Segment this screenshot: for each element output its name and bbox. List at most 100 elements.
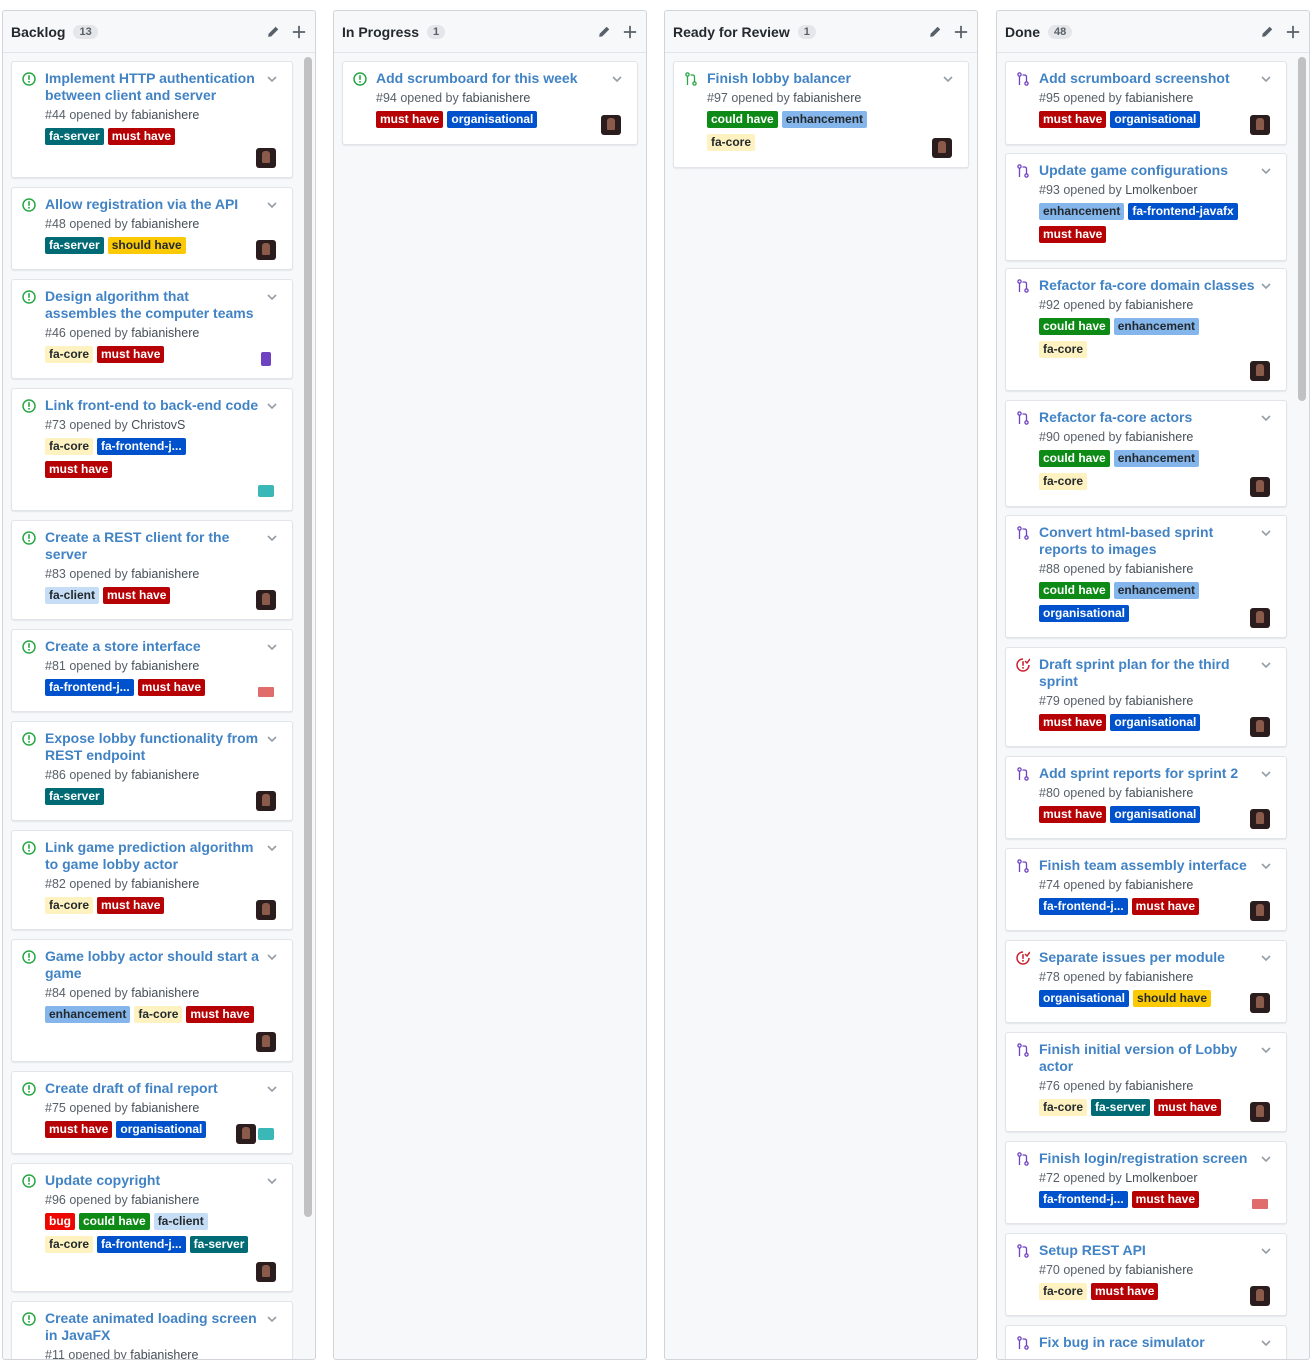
avatar[interactable]: [1250, 361, 1270, 381]
avatar[interactable]: [256, 900, 276, 920]
label-must-have[interactable]: must have: [137, 679, 206, 696]
issue-card[interactable]: Add scrumboard screenshot #95 opened by …: [1005, 61, 1287, 145]
plus-icon[interactable]: [622, 24, 638, 40]
card-title-link[interactable]: Finish login/registration screen: [1039, 1150, 1258, 1167]
label-must-have[interactable]: must have: [1131, 898, 1200, 915]
avatar[interactable]: [256, 240, 276, 260]
issue-card[interactable]: Add scrumboard for this week #94 opened …: [342, 61, 638, 145]
chevron-down-icon[interactable]: [1260, 658, 1272, 670]
avatar[interactable]: [1250, 115, 1270, 135]
label-could-have[interactable]: could have: [707, 111, 778, 128]
label-organisational[interactable]: organisational: [447, 111, 538, 128]
issue-card[interactable]: Separate issues per module #78 opened by…: [1005, 940, 1287, 1023]
author-link[interactable]: fabianishere: [1125, 970, 1193, 984]
label-organisational[interactable]: organisational: [116, 1121, 207, 1138]
label-fa-core[interactable]: fa-core: [45, 438, 94, 455]
chevron-down-icon[interactable]: [1260, 411, 1272, 423]
author-link[interactable]: fabianishere: [1125, 878, 1193, 892]
label-must-have[interactable]: must have: [107, 128, 176, 145]
label-fa-core[interactable]: fa-core: [1039, 1099, 1088, 1116]
issue-card[interactable]: Convert html-based sprint reports to ima…: [1005, 515, 1287, 638]
label-enhancement[interactable]: enhancement: [1113, 450, 1200, 467]
chevron-down-icon[interactable]: [266, 1312, 278, 1324]
label-must-have[interactable]: must have: [103, 587, 171, 604]
avatar[interactable]: [256, 682, 276, 702]
chevron-down-icon[interactable]: [266, 1174, 278, 1186]
chevron-down-icon[interactable]: [1260, 1336, 1272, 1348]
card-title-link[interactable]: Update game configurations: [1039, 162, 1258, 179]
label-fa-frontend-j[interactable]: fa-frontend-j...: [1039, 898, 1128, 915]
label-must-have[interactable]: must have: [45, 461, 113, 478]
issue-card[interactable]: Setup REST API #70 opened by fabianisher…: [1005, 1233, 1287, 1316]
label-fa-core[interactable]: fa-core: [45, 346, 94, 363]
chevron-down-icon[interactable]: [266, 198, 278, 210]
card-title-link[interactable]: Convert html-based sprint reports to ima…: [1039, 524, 1258, 558]
label-fa-core[interactable]: fa-core: [45, 1236, 94, 1253]
label-should-have[interactable]: should have: [1133, 990, 1212, 1007]
avatar[interactable]: [1250, 901, 1270, 921]
pencil-icon[interactable]: [1259, 24, 1275, 40]
issue-card[interactable]: Finish lobby balancer #97 opened by fabi…: [673, 61, 969, 168]
card-title-link[interactable]: Separate issues per module: [1039, 949, 1258, 966]
avatar[interactable]: [256, 148, 276, 168]
issue-card[interactable]: Design algorithm that assembles the comp…: [11, 279, 293, 379]
issue-card[interactable]: Link game prediction algorithm to game l…: [11, 830, 293, 930]
card-title-link[interactable]: Fix bug in race simulator: [1039, 1334, 1258, 1351]
label-must-have[interactable]: must have: [376, 111, 444, 128]
issue-card[interactable]: Implement HTTP authentication between cl…: [11, 61, 293, 178]
label-organisational[interactable]: organisational: [1039, 605, 1130, 622]
label-must-have[interactable]: must have: [1039, 806, 1107, 823]
avatar[interactable]: [1250, 1286, 1270, 1306]
column-scrollbar[interactable]: [304, 57, 312, 1217]
label-fa-client[interactable]: fa-client: [153, 1213, 208, 1230]
avatar[interactable]: [1250, 1194, 1270, 1214]
issue-card[interactable]: Fix bug in race simulator: [1005, 1325, 1287, 1359]
author-link[interactable]: fabianishere: [1125, 1263, 1193, 1277]
author-link[interactable]: Lmolkenboer: [1125, 183, 1197, 197]
label-fa-core[interactable]: fa-core: [1039, 341, 1088, 358]
author-link[interactable]: fabianishere: [131, 567, 199, 581]
label-could-have[interactable]: could have: [1039, 318, 1110, 335]
card-title-link[interactable]: Finish team assembly interface: [1039, 857, 1258, 874]
avatar[interactable]: [1250, 477, 1270, 497]
chevron-down-icon[interactable]: [266, 290, 278, 302]
card-title-link[interactable]: Expose lobby functionality from REST end…: [45, 730, 264, 764]
card-title-link[interactable]: Create a store interface: [45, 638, 264, 655]
label-must-have[interactable]: must have: [1153, 1099, 1222, 1116]
label-organisational[interactable]: organisational: [1039, 990, 1130, 1007]
chevron-down-icon[interactable]: [266, 1082, 278, 1094]
author-link[interactable]: fabianishere: [131, 986, 199, 1000]
label-must-have[interactable]: must have: [1091, 1283, 1159, 1300]
card-title-link[interactable]: Allow registration via the API: [45, 196, 264, 213]
chevron-down-icon[interactable]: [942, 72, 954, 84]
label-must-have[interactable]: must have: [186, 1006, 254, 1023]
issue-card[interactable]: Create a store interface #81 opened by f…: [11, 629, 293, 712]
author-link[interactable]: fabianishere: [131, 877, 199, 891]
label-fa-core[interactable]: fa-core: [1039, 1283, 1088, 1300]
author-link[interactable]: fabianishere: [131, 1101, 199, 1115]
card-title-link[interactable]: Setup REST API: [1039, 1242, 1258, 1259]
label-could-have[interactable]: could have: [1039, 582, 1110, 599]
author-link[interactable]: fabianishere: [462, 91, 530, 105]
author-link[interactable]: fabianishere: [131, 108, 199, 122]
avatar[interactable]: [1250, 809, 1270, 829]
pencil-icon[interactable]: [927, 24, 943, 40]
label-organisational[interactable]: organisational: [1110, 806, 1201, 823]
card-title-link[interactable]: Create draft of final report: [45, 1080, 264, 1097]
label-must-have[interactable]: must have: [97, 897, 165, 914]
chevron-down-icon[interactable]: [1260, 526, 1272, 538]
author-link[interactable]: Lmolkenboer: [1125, 1171, 1197, 1185]
card-title-link[interactable]: Refactor fa-core domain classes: [1039, 277, 1258, 294]
author-link[interactable]: fabianishere: [131, 217, 199, 231]
chevron-down-icon[interactable]: [1260, 164, 1272, 176]
author-link[interactable]: fabianishere: [1125, 91, 1193, 105]
label-fa-core[interactable]: fa-core: [1039, 473, 1088, 490]
label-fa-server[interactable]: fa-server: [1091, 1099, 1150, 1116]
chevron-down-icon[interactable]: [266, 399, 278, 411]
issue-card[interactable]: Allow registration via the API #48 opene…: [11, 187, 293, 270]
label-fa-frontend-j[interactable]: fa-frontend-j...: [45, 679, 134, 696]
label-could-have[interactable]: could have: [79, 1213, 150, 1230]
chevron-down-icon[interactable]: [266, 841, 278, 853]
label-fa-frontend-j[interactable]: fa-frontend-j...: [97, 438, 186, 455]
card-title-link[interactable]: Add sprint reports for sprint 2: [1039, 765, 1258, 782]
